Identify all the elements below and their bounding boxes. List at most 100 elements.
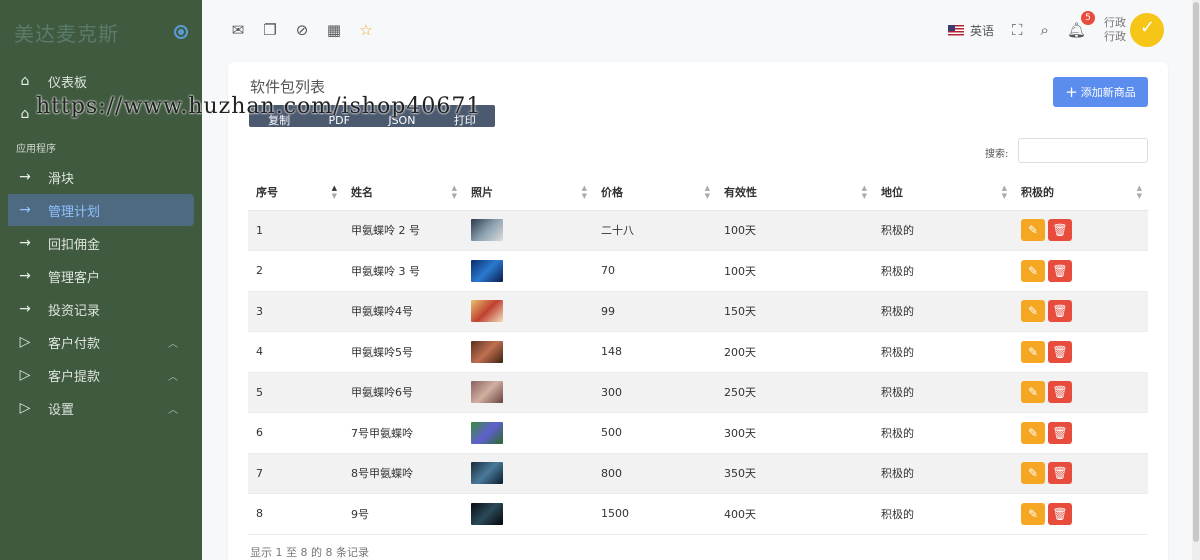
delete-button[interactable]: 🗑︎ [1048,421,1072,444]
column-header[interactable]: 积极的 ▲ ▼ [1013,174,1148,211]
language-selector[interactable]: 英语 [970,22,994,39]
table-row: 5 甲氨蝶呤6号 300 250天 积极的 ✎ 🗑︎ [248,372,1148,413]
bell-icon[interactable]: 🔔︎ 5 [1067,11,1095,39]
column-header[interactable]: 照片 ▲ ▼ [463,174,593,211]
sidebar-item-label: 投资记录 [48,303,101,319]
sidebar-item[interactable]: → 管理客户 [0,260,194,292]
sidebar-item[interactable]: ▷ 设置 ︿ [0,392,194,424]
edit-button[interactable]: ✎ [1021,340,1045,363]
cell-validity: 300天 [716,412,873,454]
cell-name: 8号甲氨蝶呤 [343,453,463,494]
cell-id: 4 [248,331,343,373]
column-header[interactable]: 地位 ▲ ▼ [873,174,1013,211]
trash-icon: 🗑︎ [1052,425,1068,440]
product-thumbnail[interactable] [471,462,503,485]
sort-icon: ▲ ▼ [451,184,457,200]
sidebar-toggle-icon[interactable] [174,25,188,39]
delete-button[interactable]: 🗑︎ [1048,462,1072,485]
sort-icon: ▲ ▼ [581,184,587,200]
edit-button[interactable]: ✎ [1021,502,1045,525]
cell-status: 积极的 [873,453,1013,494]
sidebar-item-label: 客户付款 [48,336,101,352]
sort-icon: ▲ ▼ [861,184,867,200]
sidebar-item-label: 回扣佣金 [48,237,101,253]
sidebar-item-label: 滑块 [48,171,75,187]
column-header-label: 照片 [471,185,493,199]
star-icon[interactable]: ☆ [358,21,374,39]
pencil-icon: ✎ [1027,223,1039,238]
sidebar-item[interactable]: → 投资记录 [0,293,194,325]
cell-price: 70 [593,250,716,292]
edit-button[interactable]: ✎ [1021,219,1045,242]
product-thumbnail[interactable] [471,300,503,323]
trash-icon: 🗑︎ [1052,304,1068,319]
sidebar-item-label: 管理计划 [48,204,101,220]
cell-price: 99 [593,291,716,332]
cell-validity: 100天 [716,210,873,251]
sidebar-item[interactable]: ▷ 客户提款 ︿ [0,359,194,391]
delete-button[interactable]: 🗑︎ [1048,300,1072,323]
pencil-icon: ✎ [1027,506,1039,521]
cell-id: 2 [248,250,343,292]
calendar-icon[interactable]: ▦ [326,21,342,39]
product-thumbnail[interactable] [471,259,503,282]
play-icon: ▷ [19,334,31,350]
scrollbar-thumb[interactable] [1193,2,1199,542]
column-header[interactable]: 价格 ▲ ▼ [593,174,716,211]
arrow-right-icon: → [19,169,31,185]
fullscreen-icon[interactable]: ⛶ [1012,21,1023,39]
sidebar-item-label: 设置 [48,402,75,418]
avatar[interactable] [1130,13,1164,47]
sidebar-item[interactable]: → 管理计划 [8,194,194,226]
cell-photo [463,250,593,292]
product-thumbnail[interactable] [471,421,503,444]
sidebar-item[interactable]: → 滑块 [0,161,194,193]
product-thumbnail[interactable] [471,219,503,242]
edit-button[interactable]: ✎ [1021,259,1045,282]
cell-actions: ✎ 🗑︎ [1013,250,1148,292]
search-input[interactable] [1018,138,1148,163]
column-header-label: 姓名 [351,185,373,199]
column-header[interactable]: 姓名 ▲ ▼ [343,174,463,211]
package-table: 序号 ▲ ▼ 姓名 ▲ ▼ 照片 ▲ ▼ 价格 ▲ ▼ 有效性 ▲ ▼ 地位 ▲ ▼ 积极的 ▲ ▼ 1 甲氨蝶呤 2 号… [248,174,1148,535]
user-role[interactable]: 行政 行政 [1104,16,1126,44]
cell-price: 148 [593,331,716,373]
sidebar-item[interactable]: → 回扣佣金 [0,227,194,259]
delete-button[interactable]: 🗑︎ [1048,259,1072,282]
cell-price: 1500 [593,493,716,535]
sidebar-item-label: 管理客户 [48,270,101,286]
cell-id: 5 [248,372,343,413]
product-thumbnail[interactable] [471,502,503,525]
cell-price: 800 [593,453,716,494]
delete-button[interactable]: 🗑︎ [1048,219,1072,242]
topbar: ✉ ❐ ⊘ ▦ ☆ 英语 ⛶ ⌕ 🔔︎ 5 行政 行政 [202,0,1192,60]
us-flag-icon[interactable] [948,24,965,36]
delete-button[interactable]: 🗑︎ [1048,381,1072,404]
search-icon[interactable]: ⌕ [1041,21,1049,39]
check-circle-icon[interactable]: ⊘ [294,21,310,39]
edit-button[interactable]: ✎ [1021,421,1045,444]
cell-validity: 350天 [716,453,873,494]
edit-button[interactable]: ✎ [1021,300,1045,323]
column-header[interactable]: 有效性 ▲ ▼ [716,174,873,211]
edit-button[interactable]: ✎ [1021,381,1045,404]
delete-button[interactable]: 🗑︎ [1048,502,1072,525]
add-new-product-button[interactable]: + 添加新商品 [1053,77,1148,107]
chat-icon[interactable]: ❐ [262,21,278,39]
sidebar-item[interactable]: ▷ 客户付款 ︿ [0,326,194,358]
delete-button[interactable]: 🗑︎ [1048,340,1072,363]
cell-photo [463,291,593,332]
edit-button[interactable]: ✎ [1021,462,1045,485]
sidebar-top-item[interactable]: ⌂ 仪表板 [0,65,194,97]
column-header[interactable]: 序号 ▲ ▼ [248,174,343,211]
arrow-right-icon: → [19,268,31,284]
cell-actions: ✎ 🗑︎ [1013,210,1148,251]
table-row: 4 甲氨蝶呤5号 148 200天 积极的 ✎ 🗑︎ [248,331,1148,373]
product-thumbnail[interactable] [471,381,503,404]
product-thumbnail[interactable] [471,340,503,363]
page-scrollbar[interactable] [1192,0,1200,560]
chevron-up-icon: ︿ [168,404,178,416]
cell-status: 积极的 [873,291,1013,332]
mail-icon[interactable]: ✉ [230,21,246,39]
pencil-icon: ✎ [1027,466,1039,481]
